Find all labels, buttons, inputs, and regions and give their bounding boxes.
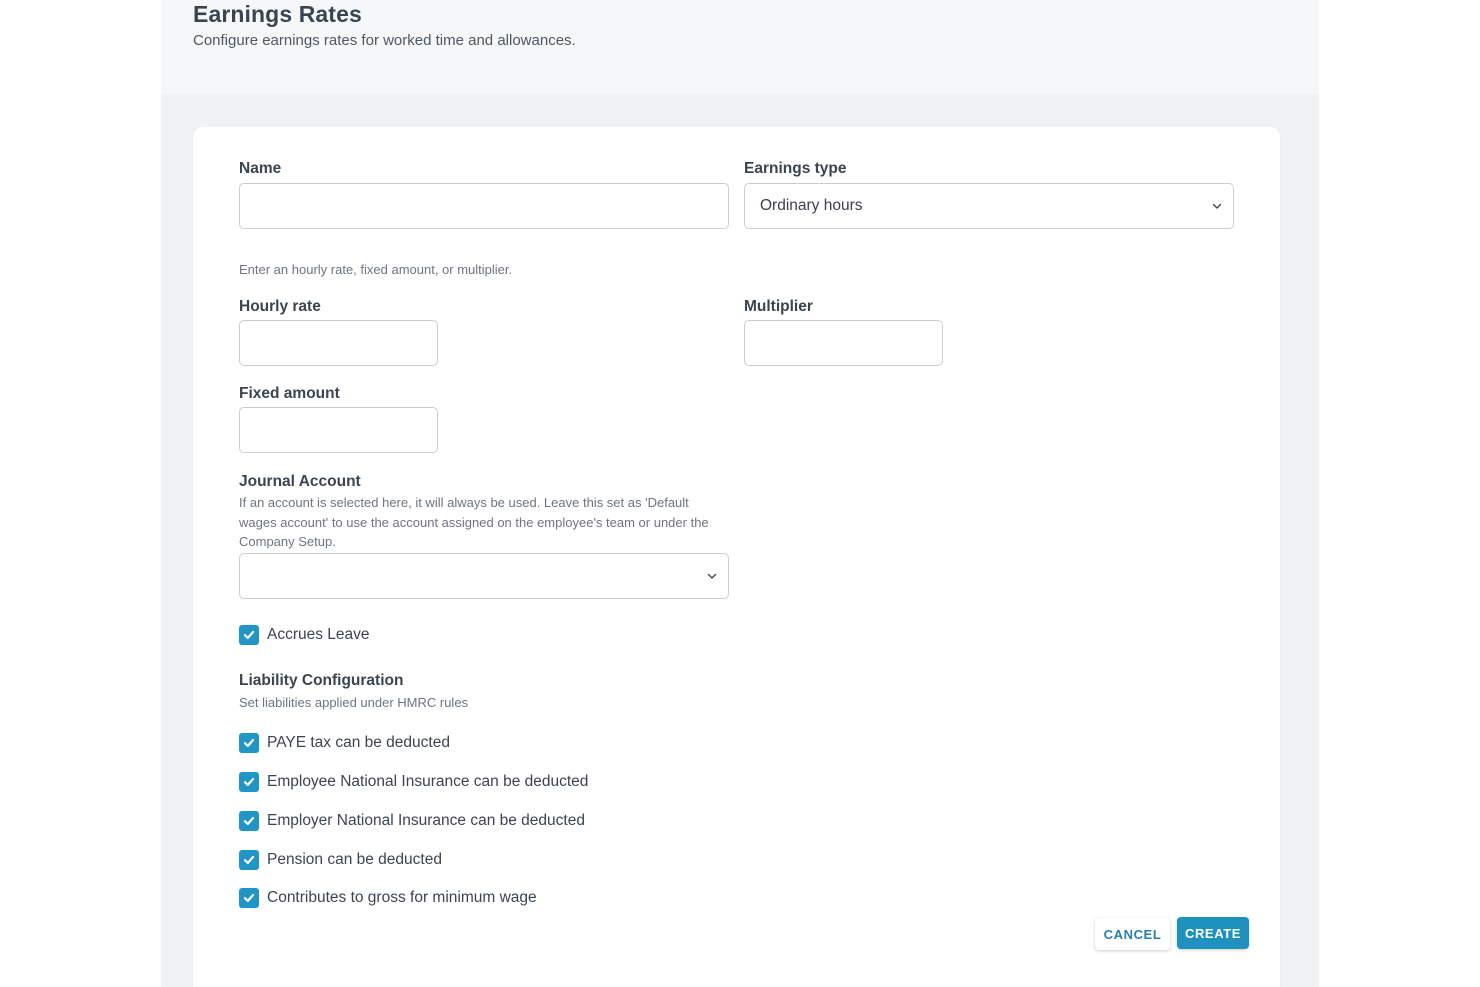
journal-account-label: Journal Account xyxy=(239,473,361,490)
minimum-wage-checkbox[interactable]: Contributes to gross for minimum wage xyxy=(239,887,537,909)
chevron-down-icon xyxy=(1212,203,1222,209)
checkbox-label: Pension can be deducted xyxy=(267,851,442,868)
check-icon[interactable] xyxy=(239,733,259,753)
page-title: Earnings Rates xyxy=(193,1,362,27)
earnings-type-label: Earnings type xyxy=(744,160,847,177)
journal-account-help-line: Company Setup. xyxy=(239,534,336,549)
check-icon[interactable] xyxy=(239,888,259,908)
pension-checkbox[interactable]: Pension can be deducted xyxy=(239,849,442,871)
hourly-rate-label: Hourly rate xyxy=(239,298,321,315)
earnings-rate-form: Name Earnings type Ordinary hours Enter … xyxy=(193,127,1280,987)
page-header: Earnings Rates Configure earnings rates … xyxy=(161,0,1319,94)
earnings-type-value: Ordinary hours xyxy=(760,197,863,214)
accrues-leave-label: Accrues Leave xyxy=(267,626,370,643)
hourly-rate-input[interactable] xyxy=(239,320,438,366)
fixed-amount-label: Fixed amount xyxy=(239,385,340,402)
liability-title: Liability Configuration xyxy=(239,672,404,689)
cancel-button[interactable]: CANCEL xyxy=(1095,918,1170,950)
rate-hint: Enter an hourly rate, fixed amount, or m… xyxy=(239,262,513,277)
employer-ni-checkbox[interactable]: Employer National Insurance can be deduc… xyxy=(239,810,585,832)
checkbox-label: Contributes to gross for minimum wage xyxy=(267,889,537,906)
journal-account-select[interactable] xyxy=(239,553,729,599)
page-subtitle: Configure earnings rates for worked time… xyxy=(193,32,576,49)
liability-subtitle: Set liabilities applied under HMRC rules xyxy=(239,695,469,710)
fixed-amount-input[interactable] xyxy=(239,407,438,453)
checkbox-label: PAYE tax can be deducted xyxy=(267,734,450,751)
accrues-leave-checkbox[interactable]: Accrues Leave xyxy=(239,624,370,646)
checkbox-label: Employer National Insurance can be deduc… xyxy=(267,812,585,829)
check-icon[interactable] xyxy=(239,772,259,792)
employee-ni-checkbox[interactable]: Employee National Insurance can be deduc… xyxy=(239,771,588,793)
multiplier-label: Multiplier xyxy=(744,298,813,315)
check-icon[interactable] xyxy=(239,811,259,831)
app-shell: Earnings Rates Configure earnings rates … xyxy=(161,0,1319,987)
checkbox-label: Employee National Insurance can be deduc… xyxy=(267,773,589,790)
create-button[interactable]: CREATE xyxy=(1177,917,1249,949)
earnings-type-select[interactable]: Ordinary hours xyxy=(744,183,1234,229)
journal-account-help-line: wages account' to use the account assign… xyxy=(239,514,709,530)
multiplier-input[interactable] xyxy=(744,320,943,366)
name-input[interactable] xyxy=(239,183,729,229)
journal-account-help: If an account is selected here, it will … xyxy=(239,493,709,552)
chevron-down-icon xyxy=(707,573,717,579)
check-icon[interactable] xyxy=(239,625,259,645)
check-icon[interactable] xyxy=(239,850,259,870)
paye-tax-checkbox[interactable]: PAYE tax can be deducted xyxy=(239,732,450,754)
journal-account-help-line: If an account is selected here, it will … xyxy=(239,495,689,510)
name-label: Name xyxy=(239,160,282,177)
